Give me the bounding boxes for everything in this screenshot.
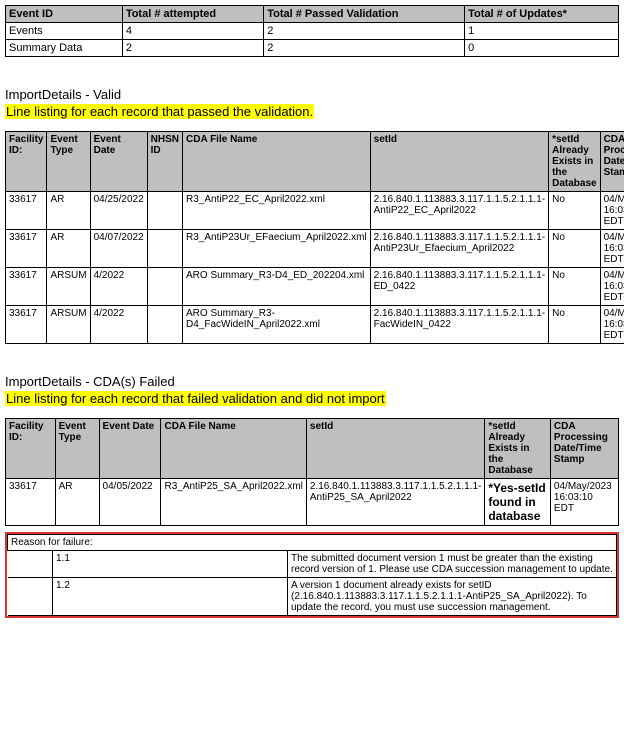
cell-stamp: 04/May/2023 16:03:10 EDT: [600, 192, 624, 230]
cell-attempted: 2: [122, 40, 263, 57]
table-row: Summary Data 2 2 0: [6, 40, 619, 57]
cell-stamp: 04/May/2023 16:03:10 EDT: [600, 306, 624, 344]
cell-setid: 2.16.840.1.113883.3.117.1.1.5.2.1.1.1-ED…: [370, 268, 548, 306]
cell-facility-id: 33617: [6, 230, 47, 268]
reason-text: The submitted document version 1 must be…: [288, 551, 617, 578]
cell-event-type: AR: [47, 192, 90, 230]
valid-header-row: Facility ID: Event Type Event Date NHSN …: [6, 132, 624, 192]
cell-event-date: 4/2022: [90, 268, 147, 306]
valid-section-subtitle: Line listing for each record that passed…: [5, 104, 314, 119]
cell-event-date: 04/05/2022: [99, 479, 161, 526]
cell-exists: *Yes-setId found in database: [485, 479, 551, 526]
cell-exists: No: [549, 268, 600, 306]
col-event-type: Event Type: [55, 419, 99, 479]
col-exists: *setId Already Exists in the Database: [549, 132, 600, 192]
cell-stamp: 04/May/2023 16:03:10 EDT: [600, 268, 624, 306]
cell-attempted: 4: [122, 23, 263, 40]
col-passed: Total # Passed Validation: [264, 6, 465, 23]
cell-stamp: 04/May/2023 16:03:10 EDT: [550, 479, 618, 526]
table-row: 33617AR04/05/2022R3_AntiP25_SA_April2022…: [6, 479, 619, 526]
valid-table: Facility ID: Event Type Event Date NHSN …: [5, 131, 624, 344]
col-attempted: Total # attempted: [122, 6, 263, 23]
cell-updates: 0: [465, 40, 619, 57]
reason-row: 1.2A version 1 document already exists f…: [8, 578, 617, 616]
cell-facility-id: 33617: [6, 479, 56, 526]
cell-exists: No: [549, 192, 600, 230]
col-event-date: Event Date: [99, 419, 161, 479]
reason-spacer: [8, 551, 53, 578]
col-cda-file: CDA File Name: [161, 419, 306, 479]
col-exists: *setId Already Exists in the Database: [485, 419, 551, 479]
failed-section-subtitle: Line listing for each record that failed…: [5, 391, 386, 406]
cell-nhsn-id: [147, 230, 182, 268]
cell-event-date: 4/2022: [90, 306, 147, 344]
failed-section-title: ImportDetails - CDA(s) Failed: [5, 374, 619, 389]
table-row: Events 4 2 1: [6, 23, 619, 40]
cell-passed: 2: [264, 40, 465, 57]
col-cda-file: CDA File Name: [183, 132, 371, 192]
col-updates: Total # of Updates*: [465, 6, 619, 23]
cell-cda-file: R3_AntiP25_SA_April2022.xml: [161, 479, 306, 526]
cell-event-type: ARSUM: [47, 268, 90, 306]
reason-code: 1.2: [53, 578, 288, 616]
valid-section-title: ImportDetails - Valid: [5, 87, 619, 102]
col-event-type: Event Type: [47, 132, 90, 192]
table-row: 33617AR04/07/2022 R3_AntiP23Ur_EFaecium_A…: [6, 230, 624, 268]
cell-cda-file: ARO Summary_R3-D4_ED_202204.xml: [183, 268, 371, 306]
summary-table: Event ID Total # attempted Total # Passe…: [5, 5, 619, 57]
cell-event-date: 04/07/2022: [90, 230, 147, 268]
col-event-date: Event Date: [90, 132, 147, 192]
cell-event-date: 04/25/2022: [90, 192, 147, 230]
cell-updates: 1: [465, 23, 619, 40]
cell-setid: 2.16.840.1.113883.3.117.1.1.5.2.1.1.1-Fa…: [370, 306, 548, 344]
reason-spacer: [8, 578, 53, 616]
reason-row: 1.1The submitted document version 1 must…: [8, 551, 617, 578]
reason-code: 1.1: [53, 551, 288, 578]
reason-failure-box: Reason for failure: 1.1The submitted doc…: [5, 532, 619, 618]
reason-text: A version 1 document already exists for …: [288, 578, 617, 616]
cell-cda-file: R3_AntiP22_EC_April2022.xml: [183, 192, 371, 230]
cell-cda-file: ARO Summary_R3-D4_FacWideIN_April2022.xm…: [183, 306, 371, 344]
summary-header-row: Event ID Total # attempted Total # Passe…: [6, 6, 619, 23]
table-row: 33617AR04/25/2022 R3_AntiP22_EC_April2022…: [6, 192, 624, 230]
cell-setid: 2.16.840.1.113883.3.117.1.1.5.2.1.1.1-An…: [306, 479, 484, 526]
cell-exists: No: [549, 306, 600, 344]
cell-facility-id: 33617: [6, 306, 47, 344]
cell-event-type: AR: [47, 230, 90, 268]
cell-facility-id: 33617: [6, 268, 47, 306]
cell-setid: 2.16.840.1.113883.3.117.1.1.5.2.1.1.1-An…: [370, 230, 548, 268]
cell-stamp: 04/May/2023 16:03:10 EDT: [600, 230, 624, 268]
col-facility-id: Facility ID:: [6, 419, 56, 479]
failed-header-row: Facility ID: Event Type Event Date CDA F…: [6, 419, 619, 479]
cell-nhsn-id: [147, 268, 182, 306]
table-row: 33617ARSUM4/2022 ARO Summary_R3-D4_FacWid…: [6, 306, 624, 344]
cell-nhsn-id: [147, 306, 182, 344]
cell-facility-id: 33617: [6, 192, 47, 230]
col-setid: setId: [370, 132, 548, 192]
reason-failure-label: Reason for failure:: [8, 535, 617, 551]
cell-nhsn-id: [147, 192, 182, 230]
cell-setid: 2.16.840.1.113883.3.117.1.1.5.2.1.1.1-An…: [370, 192, 548, 230]
col-stamp: CDA Processing Date/Time Stamp: [600, 132, 624, 192]
col-nhsn-id: NHSN ID: [147, 132, 182, 192]
cell-event-type: AR: [55, 479, 99, 526]
cell-exists: No: [549, 230, 600, 268]
cell-event-id: Events: [6, 23, 123, 40]
col-stamp: CDA Processing Date/Time Stamp: [550, 419, 618, 479]
cell-cda-file: R3_AntiP23Ur_EFaecium_April2022.xml: [183, 230, 371, 268]
col-facility-id: Facility ID:: [6, 132, 47, 192]
table-row: 33617ARSUM4/2022 ARO Summary_R3-D4_ED_202…: [6, 268, 624, 306]
cell-event-type: ARSUM: [47, 306, 90, 344]
cell-event-id: Summary Data: [6, 40, 123, 57]
failed-table: Facility ID: Event Type Event Date CDA F…: [5, 418, 619, 526]
col-event-id: Event ID: [6, 6, 123, 23]
cell-passed: 2: [264, 23, 465, 40]
col-setid: setId: [306, 419, 484, 479]
